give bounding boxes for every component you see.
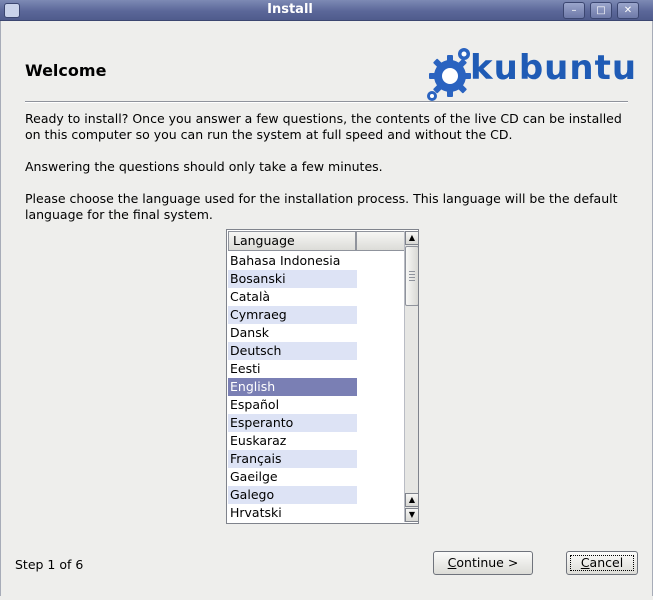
language-option[interactable]: Eesti xyxy=(228,360,357,378)
step-indicator: Step 1 of 6 xyxy=(15,557,84,572)
language-option[interactable]: Gaeilge xyxy=(228,468,357,486)
language-option[interactable]: Dansk xyxy=(228,324,357,342)
language-rows: Bahasa Indonesia Bosanski Català Cymraeg Dan… xyxy=(228,252,405,522)
close-icon[interactable]: ✕ xyxy=(617,2,639,19)
column-header-blank[interactable] xyxy=(356,231,405,251)
logo-wordmark: kubuntu xyxy=(470,48,638,88)
language-list[interactable]: Language Bahasa Indonesia Bosanski Català C… xyxy=(226,229,419,524)
language-option[interactable]: English xyxy=(228,378,357,396)
language-option[interactable]: Galego xyxy=(228,486,357,504)
scrollbar-grip-icon xyxy=(409,271,415,281)
language-list-scrollbar[interactable]: ▲ ▲ ▼ xyxy=(404,231,418,522)
page-title: Welcome xyxy=(25,61,107,80)
language-option[interactable]: Deutsch xyxy=(228,342,357,360)
language-instruction: Please choose the language used for the … xyxy=(25,191,618,222)
window-title: Install xyxy=(267,2,313,17)
language-option[interactable]: Hrvatski xyxy=(228,504,357,522)
scroll-down-icon[interactable]: ▼ xyxy=(405,508,418,522)
language-option[interactable]: Français xyxy=(228,450,357,468)
cancel-button-label: Cancel xyxy=(580,555,624,570)
scrollbar-thumb[interactable] xyxy=(405,246,418,306)
header-separator xyxy=(25,101,628,103)
duration-paragraph: Answering the questions should only take… xyxy=(25,159,383,174)
scroll-up-icon[interactable]: ▲ xyxy=(405,231,418,245)
cancel-button[interactable]: Cancel xyxy=(566,551,638,575)
continue-button-label: Continue > xyxy=(447,555,519,570)
intro-paragraph: Ready to install? Once you answer a few … xyxy=(25,111,622,142)
continue-button[interactable]: Continue > xyxy=(433,551,533,575)
window-titlebar[interactable]: Install – □ ✕ xyxy=(0,0,653,21)
language-option[interactable]: Euskaraz xyxy=(228,432,357,450)
language-option[interactable]: Cymraeg xyxy=(228,306,357,324)
list-header: Language xyxy=(228,231,405,251)
language-option[interactable]: Español xyxy=(228,396,357,414)
language-option[interactable]: Esperanto xyxy=(228,414,357,432)
maximize-icon[interactable]: □ xyxy=(590,2,612,19)
column-header-language[interactable]: Language xyxy=(228,231,356,251)
language-option[interactable]: Català xyxy=(228,288,357,306)
language-option[interactable]: Bosanski xyxy=(228,270,357,288)
language-option[interactable]: Bahasa Indonesia xyxy=(228,252,357,270)
installer-window-body: Welcome kubuntu Ready to install? Once y… xyxy=(0,21,653,596)
kubuntu-gear-icon xyxy=(427,48,471,101)
minimize-icon[interactable]: – xyxy=(563,2,585,19)
scroll-up-lower-icon[interactable]: ▲ xyxy=(405,493,418,507)
